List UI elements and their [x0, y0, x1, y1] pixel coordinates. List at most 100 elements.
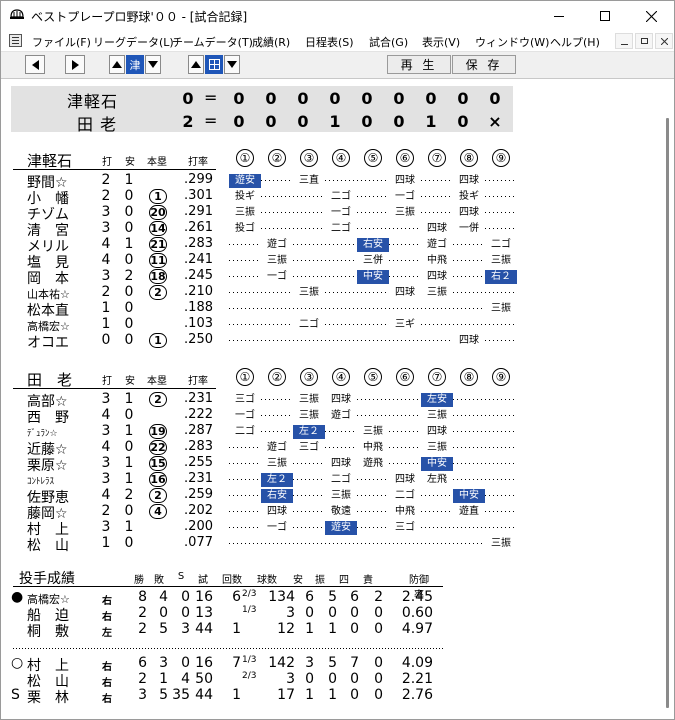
batter-row[interactable]: チゾム 3 0 20.291 三振 一ゴ 三振 四球: [1, 204, 661, 223]
menu-file[interactable]: ファイル(F): [32, 34, 91, 50]
at-bats: 4: [101, 236, 111, 252]
scroll-thumb[interactable]: [666, 118, 669, 708]
prev-button[interactable]: [25, 55, 45, 74]
vertical-scrollbar[interactable]: [661, 80, 674, 719]
inning-header-5: ⑤: [364, 149, 382, 167]
title-bar[interactable]: ベストプレープロ野球'００ - [試合記録]: [1, 1, 674, 31]
inning-7-result: 遊ゴ: [421, 238, 453, 252]
stat-g: 16: [195, 589, 213, 605]
batter-row[interactable]: オコエ 0 0 1.250 四球: [1, 332, 661, 351]
inning-5-result: 三併: [357, 254, 389, 268]
pitcher-row[interactable]: ○ 村 上右 6 3 0 16 142 3 5 7 0 4.09 7 1/3: [1, 655, 661, 674]
header-hit: 安: [125, 376, 135, 387]
inning-header-7: ⑦: [428, 368, 446, 386]
inning-3-empty: [293, 260, 325, 261]
arrow-up-icon: [191, 61, 201, 68]
pitcher-row[interactable]: 船 迫右 2 0 0 13 3 0 0 0 0 0.60 1/3: [1, 605, 661, 624]
next-button[interactable]: [65, 55, 85, 74]
pitcher-row[interactable]: 桐 敷左 2 5 3 44 12 1 1 0 0 4.97 1: [1, 621, 661, 640]
team-toggle-button[interactable]: 津: [126, 55, 144, 74]
hits: 1: [124, 236, 134, 252]
batter-row[interactable]: 高橋宏☆ 1 0.103 二ゴ 三ギ: [1, 316, 661, 333]
batting-average: .283: [184, 236, 213, 251]
header-ab: 打: [102, 157, 112, 168]
home-runs: 4: [149, 504, 167, 519]
pitcher-row[interactable]: 松 山右 2 1 4 50 3 0 0 0 0 2.21 2/3: [1, 671, 661, 690]
pitcher-row[interactable]: S栗 林右 3 5 35 44 17 1 1 0 0 2.76 1: [1, 687, 661, 706]
play-button[interactable]: 再 生: [387, 55, 451, 74]
pitching-header-5: 球数: [257, 575, 277, 586]
menu-team-data[interactable]: チームデータ(T): [172, 34, 253, 50]
view-up-button[interactable]: [188, 55, 204, 74]
team-down-button[interactable]: [145, 55, 161, 74]
mdi-minimize-button[interactable]: [615, 33, 633, 49]
batter-row[interactable]: 村 上 3 1.200 一ゴ 遊安 三ゴ: [1, 519, 661, 538]
batter-row[interactable]: 岡 本 3 2 18.245 一ゴ 中安 四球 右２: [1, 268, 661, 287]
inning-2-empty: [261, 228, 293, 229]
inning-8-empty: [453, 324, 485, 325]
team-up-button[interactable]: [109, 55, 125, 74]
save-button[interactable]: 保 存: [452, 55, 516, 74]
grid-view-button[interactable]: [205, 55, 223, 74]
inning-9-empty: [485, 212, 517, 213]
menu-window[interactable]: ウィンドウ(W): [475, 34, 549, 50]
maximize-button[interactable]: [582, 1, 628, 31]
inning-7-result: 三振: [421, 409, 453, 423]
batting-average: .103: [184, 316, 213, 331]
menu-view[interactable]: 表示(V): [422, 34, 460, 50]
batter-row[interactable]: 松 山 1 0 .077 三振: [1, 535, 661, 554]
batting-average: .200: [184, 519, 213, 534]
away-total: 0: [182, 89, 194, 108]
inning-9-empty: [485, 228, 517, 229]
batter-row[interactable]: 松本直 1 0.188 三振: [1, 300, 661, 319]
close-button[interactable]: [628, 1, 674, 31]
inning-2-result: 四球: [261, 505, 293, 519]
view-down-button[interactable]: [224, 55, 240, 74]
batter-row[interactable]: 佐野恵 4 2 2.259 右安 三振 二ゴ 中安: [1, 487, 661, 506]
batter-row[interactable]: 山本祐☆ 2 0 2.210 三振 四球 三振: [1, 284, 661, 301]
inning-9-empty: [485, 511, 517, 512]
minimize-button[interactable]: [536, 1, 582, 31]
batter-row[interactable]: 西 野 4 0.222 一ゴ 三振 遊ゴ 三振: [1, 407, 661, 426]
menu-game[interactable]: 試合(G): [369, 34, 408, 50]
inning-3-empty: [293, 196, 325, 197]
mdi-restore-button[interactable]: [635, 33, 653, 49]
menu-stats[interactable]: 成績(R): [252, 34, 290, 50]
hits: 1: [124, 172, 134, 188]
hits: 0: [124, 332, 134, 348]
batter-row[interactable]: メリル 4 1 21.283 遊ゴ 右安 遊ゴ 二ゴ: [1, 236, 661, 255]
batter-row[interactable]: 高部☆ 3 1 2.231 三ゴ 三振 四球 左安: [1, 391, 661, 410]
batter-row[interactable]: 塩 見 4 0 11.241 三振 三併 中飛 三振: [1, 252, 661, 271]
menu-help[interactable]: ヘルプ(H): [550, 34, 600, 50]
menu-league-data[interactable]: リーグデータ(L): [93, 34, 174, 50]
inning-1-result: 遊安: [229, 174, 261, 188]
inning-8-empty: [453, 447, 485, 448]
inning-4-result: 四球: [325, 393, 357, 407]
document-icon[interactable]: [9, 34, 22, 47]
batter-row[interactable]: 清 宮 3 0 14.261 投ゴ 二ゴ 四球 一併: [1, 220, 661, 239]
mdi-close-button[interactable]: [655, 33, 673, 49]
batter-row[interactable]: 近藤☆ 4 0 22.283 遊ゴ 三ゴ 中飛 三振: [1, 439, 661, 458]
batter-row[interactable]: ｺﾝﾄﾚﾗｽ 3 1 16 .231 左２ 二ゴ 四球 左飛: [1, 471, 661, 488]
inning-7-empty: [421, 212, 453, 213]
batter-row[interactable]: ﾃﾞｭﾗﾝ☆ 3 1 19 .287 二ゴ 左２ 三振 四球: [1, 423, 661, 440]
inning-3-empty: [293, 495, 325, 496]
stat-er: 0: [374, 671, 383, 687]
inning-4-result: 二ゴ: [325, 473, 357, 487]
home-runs: 2: [149, 392, 167, 407]
inning-5-result: 右安: [357, 238, 389, 252]
pitcher-row[interactable]: ● 高橋宏☆ 右 8 4 0 16 134 6 5 6 2 2.45 6 2/3: [1, 589, 661, 607]
inning-7-empty: [421, 180, 453, 181]
batter-row[interactable]: 小 幡 2 0 1.301 投ギ 二ゴ 一ゴ 投ギ: [1, 188, 661, 207]
arrow-down-icon: [148, 61, 158, 68]
batter-row[interactable]: 野間☆ 2 1.299 遊安 三直 四球 四球: [1, 172, 661, 191]
pitching-header-3: 試: [198, 575, 208, 586]
batter-row[interactable]: 栗原☆ 3 1 15.255 三振 四球 遊飛 中安: [1, 455, 661, 474]
inning-5-result: 遊飛: [357, 457, 389, 471]
inning-9-empty: [485, 463, 517, 464]
inning-9-empty: [485, 431, 517, 432]
menu-schedule[interactable]: 日程表(S): [305, 34, 354, 50]
inning-2-result: 右安: [261, 489, 293, 503]
batter-row[interactable]: 藤岡☆ 2 0 4.202 四球 敬遠 中飛 遊直: [1, 503, 661, 522]
inning-4-empty: [325, 543, 357, 544]
